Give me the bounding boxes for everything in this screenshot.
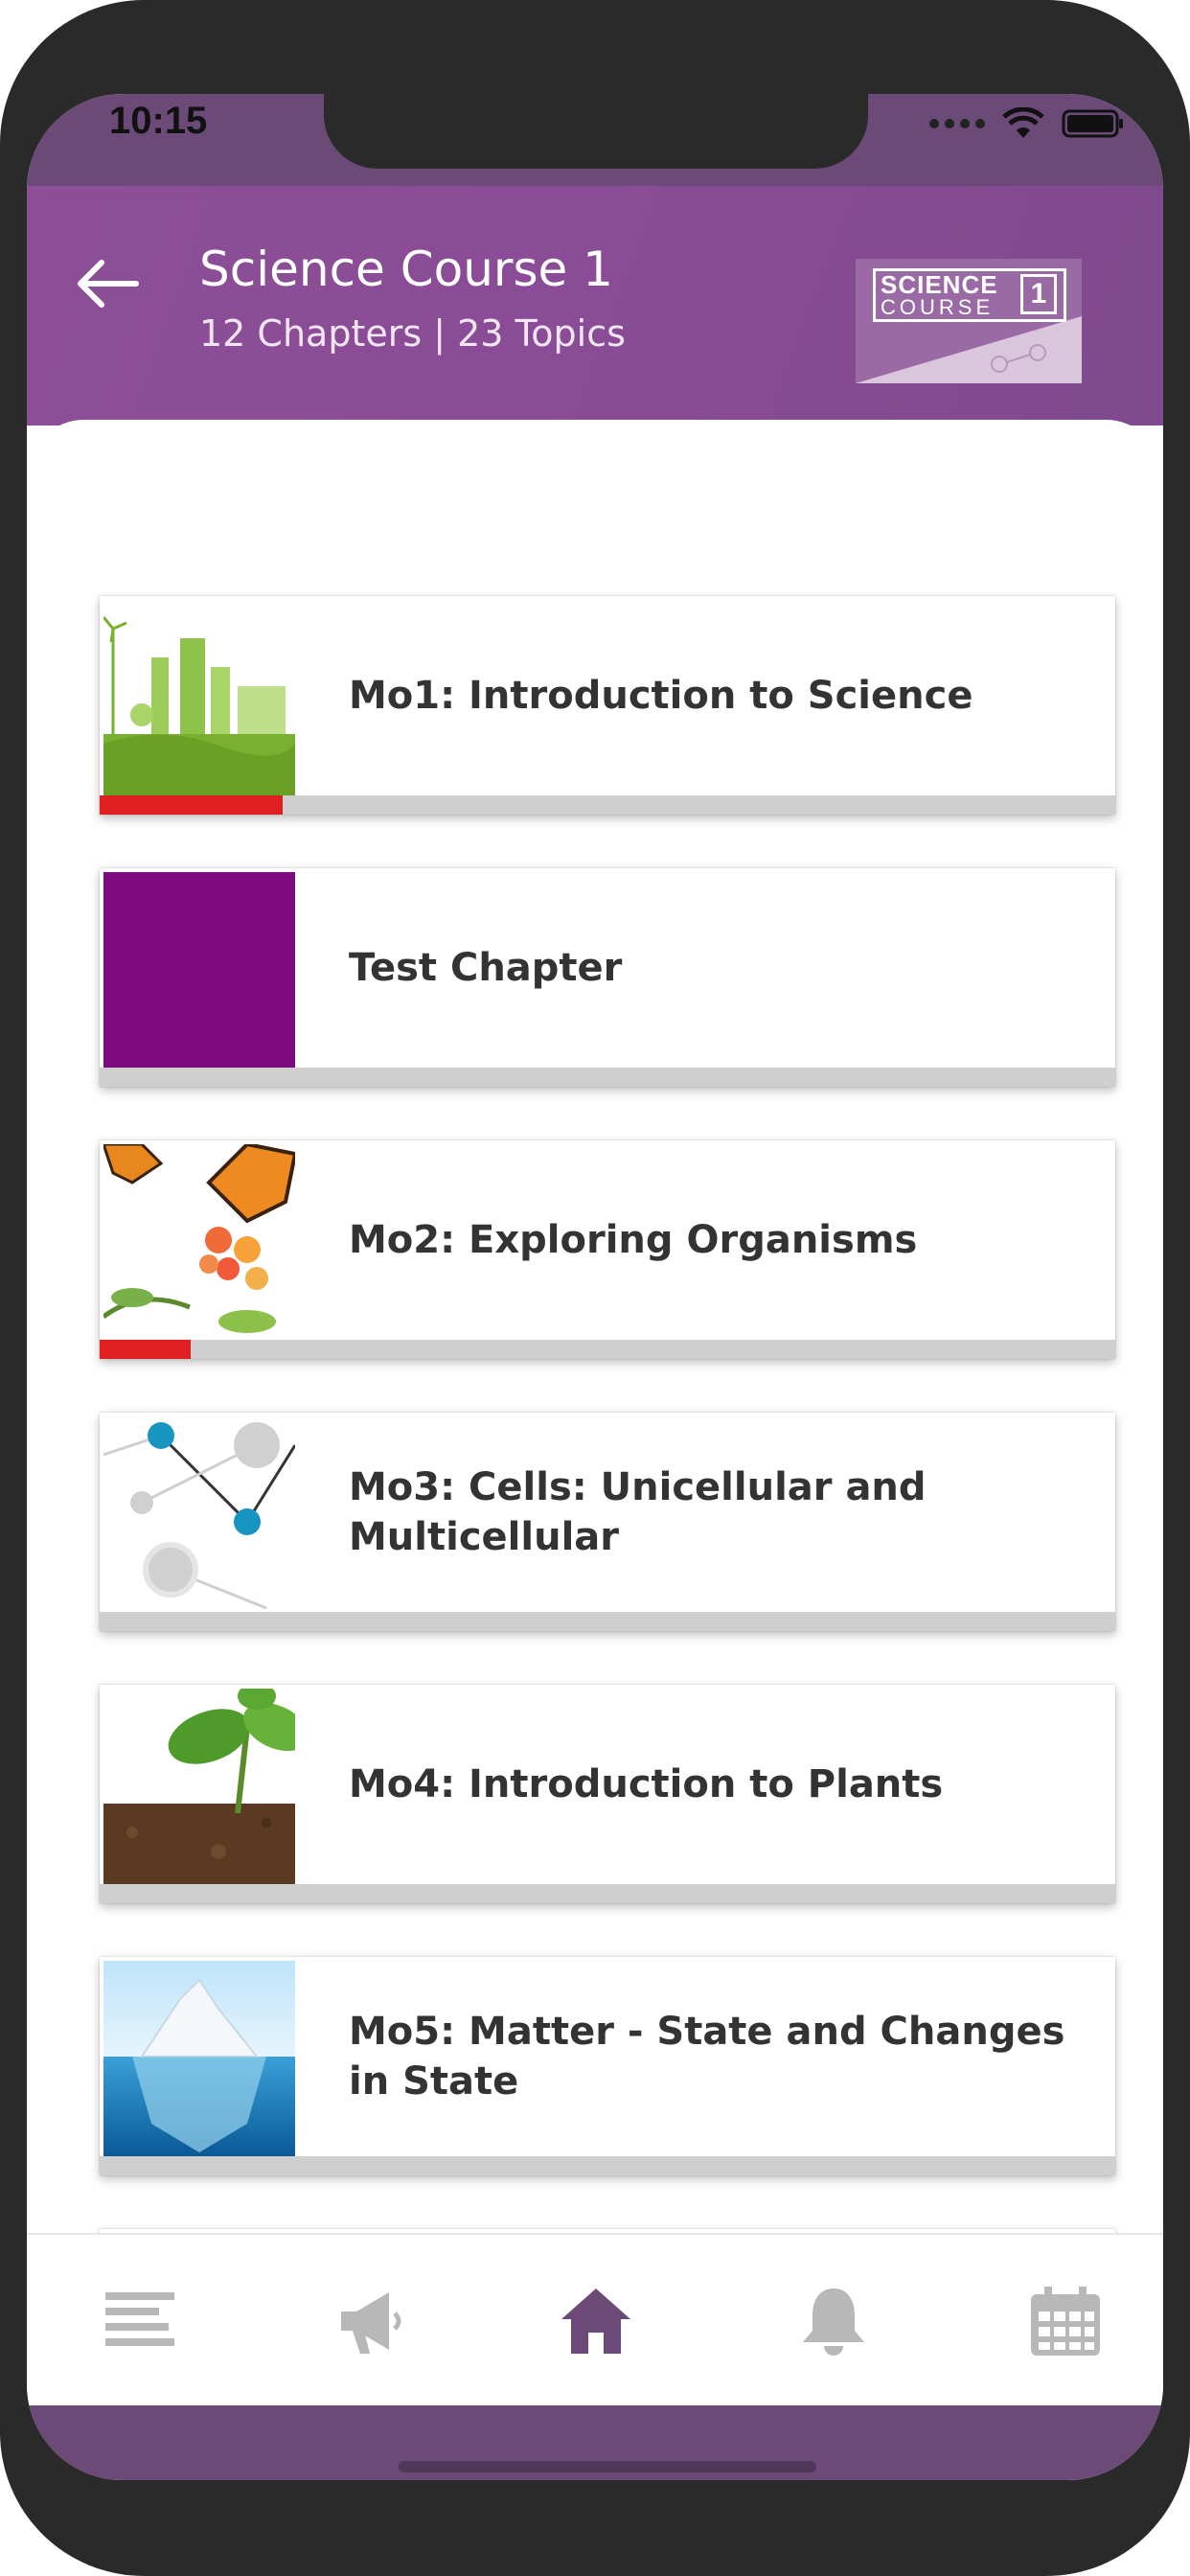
bottom-tab-bar [27, 2233, 1163, 2405]
chapter-title: Mo3: Cells: Unicellular and Multicellula… [349, 1465, 927, 1559]
chapter-title: Mo2: Exploring Organisms [349, 1218, 918, 1262]
course-subtitle: 12 Chapters | 23 Topics [199, 312, 626, 355]
battery-icon [1062, 109, 1123, 138]
menu-icon[interactable] [102, 2283, 178, 2359]
home-indicator [399, 2461, 816, 2472]
chapter-title: Mo5: Matter - State and Changes in State [349, 2010, 1065, 2104]
chapter-card[interactable]: Mo4: Introduction to Plants [100, 1685, 1115, 1903]
chapter-title: Mo4: Introduction to Plants [349, 1762, 944, 1806]
signal-icon [929, 119, 985, 128]
chapter-progress [100, 1884, 1115, 1903]
status-time: 10:15 [109, 100, 208, 142]
home-icon[interactable] [558, 2283, 634, 2359]
back-arrow-icon[interactable] [73, 257, 140, 310]
iceberg-thumbnail [103, 1961, 295, 2156]
megaphone-icon[interactable] [333, 2283, 410, 2359]
chapter-progress [100, 795, 1115, 815]
device-frame: 10:15 Science Course 1 12 Chapters | 23 … [0, 0, 1190, 2576]
chapter-card[interactable]: Test Chapter [100, 868, 1115, 1087]
chapter-progress [100, 2156, 1115, 2175]
purple-block-thumbnail [103, 872, 295, 1068]
chapter-progress [100, 1340, 1115, 1359]
chapter-card[interactable]: Mo1: Introduction to Science [100, 596, 1115, 815]
butterfly-thumbnail [103, 1144, 295, 1340]
status-icons [929, 107, 1125, 140]
chapter-card[interactable]: Mo3: Cells: Unicellular and Multicellula… [100, 1413, 1115, 1631]
wifi-icon [1002, 107, 1044, 138]
chapter-list: Mo1: Introduction to Science Test Chapte… [27, 420, 1163, 2290]
chapter-title: Mo1: Introduction to Science [349, 674, 973, 718]
city-green-thumbnail [103, 600, 295, 795]
course-header: Science Course 1 12 Chapters | 23 Topics… [27, 186, 1163, 426]
chapter-progress [100, 1068, 1115, 1087]
chapter-title: Test Chapter [349, 946, 623, 990]
chapter-card[interactable]: Mo5: Matter - State and Changes in State [100, 1957, 1115, 2175]
screen: 10:15 Science Course 1 12 Chapters | 23 … [27, 94, 1163, 2480]
logo-line2: COURSE [881, 295, 995, 319]
notch [324, 94, 868, 169]
course-logo: SCIENCE COURSE 1 [856, 259, 1082, 383]
bell-icon[interactable] [795, 2283, 872, 2359]
logo-number: 1 [1020, 274, 1057, 314]
molecules-thumbnail [103, 1416, 295, 1612]
course-title: Science Course 1 [199, 242, 613, 297]
sprout-thumbnail [103, 1689, 295, 1884]
chapter-progress [100, 1612, 1115, 1631]
chapter-card[interactable]: Mo2: Exploring Organisms [100, 1140, 1115, 1359]
calendar-icon[interactable] [1027, 2283, 1104, 2359]
